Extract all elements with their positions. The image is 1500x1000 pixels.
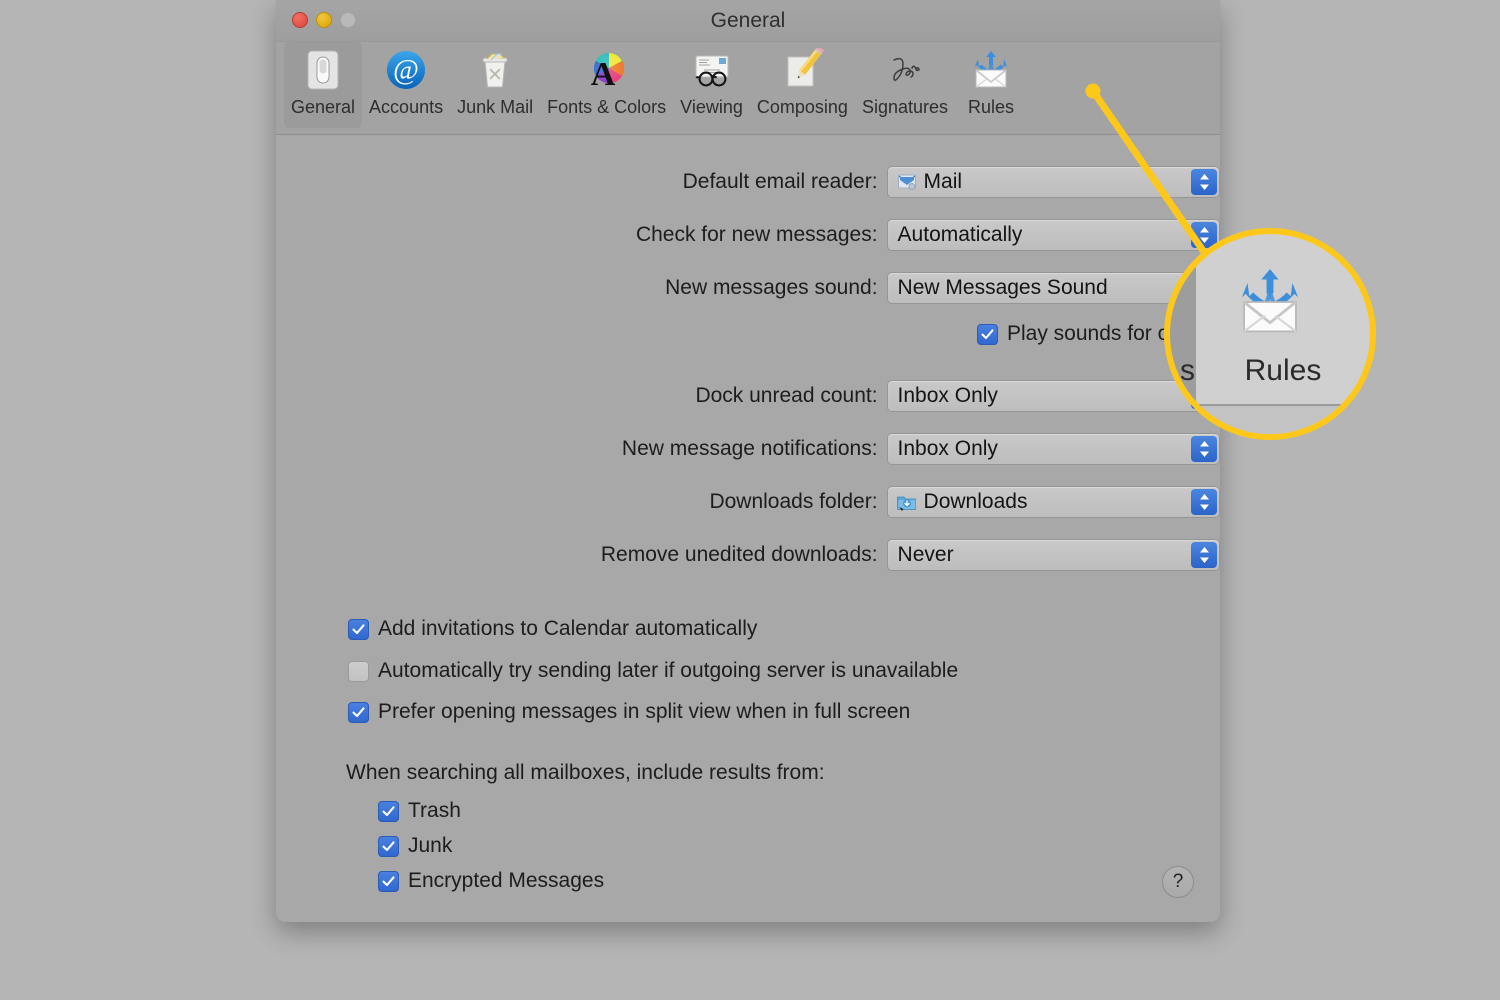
magnifier-callout: s Rules (1164, 228, 1376, 440)
svg-text:A: A (590, 56, 615, 92)
checkbox-row-prefer-split-view[interactable]: Prefer opening messages in split view wh… (348, 700, 910, 724)
envelope-arrows-icon (967, 46, 1015, 94)
checkbox-row-try-sending-later[interactable]: Automatically try sending later if outgo… (348, 659, 958, 683)
general-switch-icon (299, 46, 347, 94)
label-add-invitations: Add invitations to Calendar automaticall… (378, 617, 758, 640)
stepper-new-message-notifications[interactable] (1191, 436, 1217, 462)
signature-script-icon (881, 46, 929, 94)
help-button[interactable]: ? (1162, 866, 1194, 898)
popup-remove-unedited-downloads[interactable]: Never (886, 539, 1220, 571)
value-default-email-reader: Mail (923, 170, 963, 193)
envelope-arrows-icon (1232, 264, 1308, 340)
pencil-paper-icon (778, 46, 826, 94)
popup-default-email-reader[interactable]: Mail (886, 166, 1220, 198)
preferences-toolbar: General @ Accounts ✕ Junk Mail A Fonts &… (276, 42, 1220, 135)
row-downloads-folder: Downloads folder: Downloads (276, 486, 1220, 518)
toolbar-item-rules[interactable]: Rules (955, 42, 1027, 128)
stepper-downloads-folder[interactable] (1191, 489, 1217, 515)
envelope-glasses-icon (688, 46, 736, 94)
mail-preferences-window: General General @ Accounts ✕ Junk Mail A… (276, 0, 1220, 922)
toolbar-item-accounts[interactable]: @ Accounts (362, 42, 450, 128)
label-try-sending-later: Automatically try sending later if outgo… (378, 659, 959, 682)
stepper-remove-unedited-downloads[interactable] (1191, 542, 1217, 568)
value-new-messages-sound: New Messages Sound (897, 276, 1108, 299)
label-trash: Trash (408, 799, 461, 822)
label-default-email-reader: Default email reader: (682, 170, 878, 193)
toolbar-item-fonts-colors[interactable]: A Fonts & Colors (540, 42, 673, 128)
toolbar-label-signatures: Signatures (861, 97, 948, 117)
row-remove-unedited-downloads: Remove unedited downloads: Never (276, 539, 1220, 571)
row-new-message-notifications: New message notifications: Inbox Only (276, 433, 1220, 465)
label-prefer-split-view: Prefer opening messages in split view wh… (378, 700, 911, 723)
svg-text:✕: ✕ (487, 65, 503, 86)
stepper-default-email-reader[interactable] (1191, 169, 1217, 195)
toolbar-label-composing: Composing (756, 97, 848, 117)
svg-text:@: @ (393, 55, 419, 86)
value-new-message-notifications: Inbox Only (897, 437, 998, 460)
at-sign-icon: @ (382, 46, 430, 94)
toolbar-item-junk-mail[interactable]: ✕ Junk Mail (450, 42, 540, 128)
checkbox-play-sounds[interactable] (977, 323, 998, 345)
row-check-new-messages: Check for new messages: Automatically (276, 219, 1220, 251)
checkbox-try-sending-later[interactable] (348, 660, 369, 682)
toolbar-item-signatures[interactable]: Signatures (855, 42, 955, 128)
label-junk: Junk (408, 834, 453, 857)
search-section-heading: When searching all mailboxes, include re… (346, 761, 825, 784)
magnifier-content: s Rules (1170, 234, 1370, 434)
toolbar-label-accounts: Accounts (369, 97, 444, 117)
value-dock-unread-count: Inbox Only (897, 384, 998, 407)
label-check-new-messages: Check for new messages: (635, 223, 878, 246)
value-downloads-folder: Downloads (923, 490, 1028, 513)
value-check-new-messages: Automatically (897, 223, 1023, 246)
checkbox-row-junk[interactable]: Junk (378, 834, 452, 858)
label-dock-unread-count: Dock unread count: (695, 384, 878, 407)
label-remove-unedited-downloads: Remove unedited downloads: (600, 543, 878, 566)
toolbar-label-viewing: Viewing (680, 97, 743, 117)
toolbar-label-fonts-colors: Fonts & Colors (547, 97, 667, 117)
row-new-messages-sound: New messages sound: New Messages Sound (276, 272, 1220, 304)
label-encrypted-messages: Encrypted Messages (408, 869, 605, 892)
checkbox-row-add-invitations[interactable]: Add invitations to Calendar automaticall… (348, 617, 757, 641)
popup-new-message-notifications[interactable]: Inbox Only (886, 433, 1220, 465)
mail-app-icon (896, 171, 918, 193)
label-new-messages-sound: New messages sound: (665, 276, 878, 299)
checkbox-trash[interactable] (378, 800, 399, 822)
checkbox-row-trash[interactable]: Trash (378, 799, 461, 823)
label-new-message-notifications: New message notifications: (621, 437, 878, 460)
general-preferences-pane: Default email reader: Mail Check for new… (276, 135, 1220, 922)
checkbox-add-invitations[interactable] (348, 618, 369, 640)
toolbar-item-composing[interactable]: Composing (750, 42, 855, 128)
checkbox-encrypted-messages[interactable] (378, 870, 399, 892)
checkbox-junk[interactable] (378, 835, 399, 857)
magnifier-label-rules: Rules (1244, 354, 1322, 387)
row-default-email-reader: Default email reader: Mail (276, 166, 1220, 198)
checkbox-row-encrypted-messages[interactable]: Encrypted Messages (378, 869, 604, 893)
downloads-folder-icon (896, 491, 918, 513)
checkbox-prefer-split-view[interactable] (348, 701, 369, 723)
magnifier-toolbar-edge (1170, 404, 1370, 434)
toolbar-item-viewing[interactable]: Viewing (673, 42, 750, 128)
font-color-wheel-icon: A (583, 46, 631, 94)
window-title: General (710, 9, 786, 32)
window-titlebar: General (276, 0, 1220, 42)
toolbar-label-general: General (291, 97, 356, 117)
row-dock-unread-count: Dock unread count: Inbox Only (276, 380, 1220, 412)
popup-downloads-folder[interactable]: Downloads (886, 486, 1220, 518)
toolbar-item-general[interactable]: General (284, 42, 363, 128)
value-remove-unedited-downloads: Never (897, 543, 954, 566)
trash-can-icon: ✕ (471, 46, 519, 94)
toolbar-label-junk-mail: Junk Mail (457, 97, 534, 117)
label-downloads-folder: Downloads folder: (709, 490, 878, 513)
toolbar-label-rules: Rules (967, 97, 1015, 117)
